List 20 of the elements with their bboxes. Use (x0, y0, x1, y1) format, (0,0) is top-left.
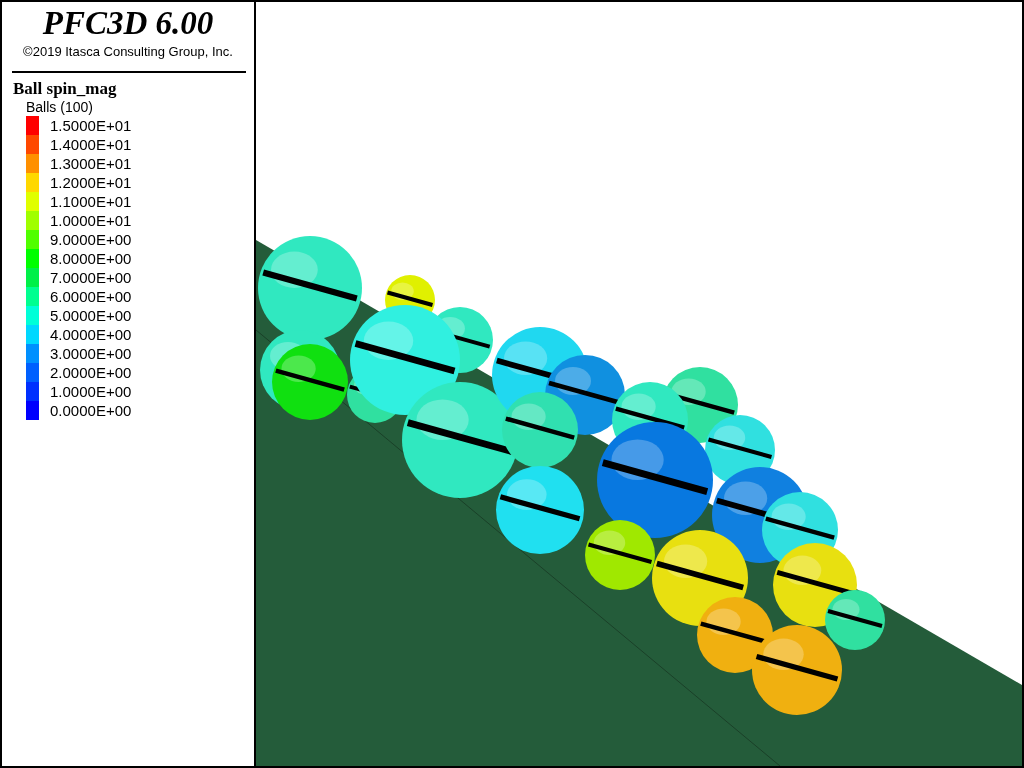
legend-value: 8.0000E+00 (50, 250, 132, 267)
legend-value: 1.4000E+01 (50, 136, 132, 153)
legend-value: 1.5000E+01 (50, 117, 132, 134)
legend-value: 1.2000E+01 (50, 174, 132, 191)
group-label: Balls (100) (26, 99, 94, 116)
legend-value: 7.0000E+00 (50, 269, 132, 286)
legend-value: 4.0000E+00 (50, 326, 132, 343)
legend-value: 1.3000E+01 (50, 155, 132, 172)
app-title: PFC3D 6.00 (41, 4, 215, 42)
legend-value: 9.0000E+00 (50, 231, 132, 248)
copyright-text: ©2019 Itasca Consulting Group, Inc. (22, 44, 234, 59)
legend-value: 1.0000E+00 (50, 383, 132, 400)
plot-title: Ball spin_mag (13, 79, 118, 99)
legend-value: 3.0000E+00 (50, 345, 132, 362)
legend-value: 1.1000E+01 (50, 193, 132, 210)
legend-value: 5.0000E+00 (50, 307, 132, 324)
legend-value: 6.0000E+00 (50, 288, 132, 305)
legend-value: 0.0000E+00 (50, 402, 132, 419)
legend-value: 1.0000E+01 (50, 212, 132, 229)
legend-value: 2.0000E+00 (50, 364, 132, 381)
